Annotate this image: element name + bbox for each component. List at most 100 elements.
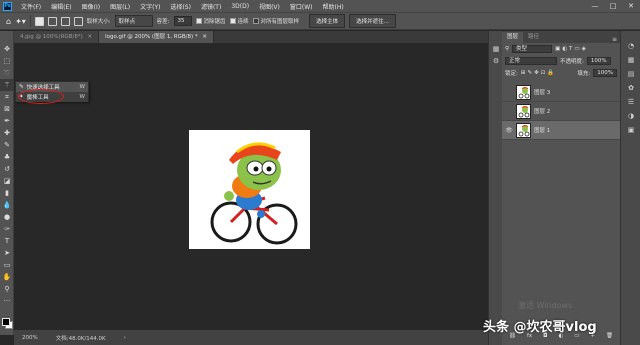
menu-select[interactable]: 选择(S) [165,2,196,11]
color-icon[interactable]: ◔ [621,39,640,53]
menu-window[interactable]: 窗口(W) [285,2,318,11]
libraries-icon[interactable]: ▣ [621,123,640,137]
frame-tool-icon[interactable]: ⊠ [0,103,14,115]
status-arrow-icon[interactable]: › [124,335,126,341]
new-selection-icon[interactable] [34,16,44,26]
lock-row: 锁定: ⊞✎✥⊡🔒 填充: 100% [502,67,620,79]
tab-4-jpg[interactable]: 4.jpg @ 100%(RGB/8*) ✕ [14,31,100,43]
filter-icons[interactable]: ▣◐T▭◈ [555,46,588,52]
sample-size-select[interactable]: 取样点 [114,15,153,27]
menu-image[interactable]: 图像(I) [77,2,105,11]
layer-thumbnail-image [518,86,530,98]
activate-windows-watermark: 激活 Windows [518,301,573,310]
trash-icon[interactable]: 🗑 [606,333,613,339]
menu-edit[interactable]: 编辑(E) [46,2,76,11]
layer-row[interactable]: 图层 2 [502,102,620,121]
layer-row[interactable]: 图层 3 [502,83,620,102]
crop-tool-icon[interactable]: ⌗ [0,91,14,103]
history-icon[interactable]: ▦ [489,43,503,55]
eraser-tool-icon[interactable]: ◪ [0,175,14,187]
dodge-tool-icon[interactable]: ● [0,211,14,223]
more-tools-icon[interactable]: ··· [0,295,14,307]
pen-tool-icon[interactable]: ✑ [0,223,14,235]
menu-layer[interactable]: 图层(L) [105,2,135,11]
patterns-icon[interactable]: ✿ [621,81,640,95]
add-to-selection-icon[interactable] [47,16,57,26]
eye-icon[interactable]: 👁 [505,127,513,134]
fill-label: 填充: [577,71,591,77]
tolerance-input[interactable]: 35 [173,16,192,26]
close-icon[interactable]: ✕ [202,34,207,40]
document-canvas[interactable] [189,130,310,249]
lock-icons[interactable]: ⊞✎✥⊡🔒 [521,70,556,76]
swatches-icon[interactable]: ▦ [621,53,640,67]
blend-mode-select[interactable]: 正常 [505,57,557,65]
layer-thumbnail [516,103,531,119]
select-and-mask-button[interactable]: 选择并遮住... [349,14,396,28]
properties-icon[interactable]: ☰ [621,95,640,109]
subtract-selection-icon[interactable] [60,16,70,26]
layer-thumbnail-image [518,124,530,136]
move-tool-icon[interactable]: ✥ [0,43,14,55]
intersect-selection-icon[interactable] [73,16,83,26]
menu-file[interactable]: 文件(F) [16,2,46,11]
sample-size-label: 取样大小: [86,19,111,25]
sample-all-label: 对所有图层取样 [260,19,300,25]
adjustments-icon[interactable]: ◑ [621,109,640,123]
clone-stamp-icon[interactable]: ♣ [0,151,14,163]
shortcut-key: W [79,94,85,100]
quick-selection-icon: ✎ [19,84,24,90]
brush-tool-icon[interactable]: ✎ [0,139,14,151]
menu-filter[interactable]: 滤镜(T) [196,2,226,11]
zoom-tool-icon[interactable]: ⚲ [0,283,14,295]
contiguous-checkbox[interactable]: 连续 [229,17,249,25]
foreground-color-swatch[interactable] [2,318,10,326]
tools-panel: ✥ ⬚ ➰ ⚚ ⌗ ⊠ ✒ ✚ ✎ ♣ ↺ ◪ ▮ 💧 ● ✑ T ➤ ▭ ✋ … [0,31,14,335]
toutiao-watermark: 头条 @坎农哥vlog [483,320,597,335]
tab-paths[interactable]: 路径 [523,32,544,43]
lock-label: 锁定: [505,71,518,77]
magic-wand-preset-icon[interactable]: ✦▾ [15,17,26,26]
hand-tool-icon[interactable]: ✋ [0,271,14,283]
eyedropper-tool-icon[interactable]: ✒ [0,115,14,127]
marquee-tool-icon[interactable]: ⬚ [0,55,14,67]
menu-type[interactable]: 文字(Y) [135,2,165,11]
healing-brush-icon[interactable]: ✚ [0,127,14,139]
tab-layers[interactable]: 图层 [502,32,524,43]
tab-logo-gif[interactable]: logo.gif @ 200% (图层 1, RGB/8) * ✕ [99,31,215,43]
close-icon[interactable]: ✕ [87,34,92,40]
layer-name: 图层 1 [534,128,551,134]
shortcut-key: W [79,84,85,90]
layer-row[interactable]: 👁 图层 1 [502,121,620,140]
sample-all-layers-checkbox[interactable]: 对所有图层取样 [252,17,300,25]
close-button[interactable]: ✕ [622,2,640,10]
menu-help[interactable]: 帮助(H) [318,2,349,11]
select-subject-button[interactable]: 选择主体 [309,14,346,28]
menu-3d[interactable]: 3D(D) [226,3,254,10]
layer-name: 图层 3 [534,90,551,96]
layer-filter-row: ⚲ 类型 ▣◐T▭◈ [502,43,620,55]
antialias-checkbox[interactable]: 消除锯齿 [195,17,226,25]
panel-menu-icon[interactable]: ≡ [609,36,620,43]
menu-view[interactable]: 视图(V) [254,2,285,11]
adjust-icon[interactable]: ⚙ [489,55,503,67]
rectangle-tool-icon[interactable]: ▭ [0,259,14,271]
magic-wand-tool-icon[interactable]: ⚚ [0,79,14,91]
minimize-button[interactable]: — [586,2,604,10]
path-selection-icon[interactable]: ➤ [0,247,14,259]
home-icon[interactable]: ⌂ [6,17,11,26]
type-tool-icon[interactable]: T [0,235,14,247]
history-brush-icon[interactable]: ↺ [0,163,14,175]
gradients-icon[interactable]: ▤ [621,67,640,81]
right-panel-strip: ◔ ▦ ▤ ✿ ☰ ◑ ▣ [620,31,640,345]
kind-filter-select[interactable]: 类型 [512,45,553,53]
zoom-level[interactable]: 200% [22,335,38,341]
maximize-button[interactable]: □ [604,2,622,10]
lasso-tool-icon[interactable]: ➰ [0,67,14,79]
fill-input[interactable]: 100% [593,69,617,77]
opacity-input[interactable]: 100% [586,57,611,65]
gradient-tool-icon[interactable]: ▮ [0,187,14,199]
cyclist-mascot-image [210,142,298,245]
blur-tool-icon[interactable]: 💧 [0,199,14,211]
checkbox-checked-icon [229,18,236,24]
